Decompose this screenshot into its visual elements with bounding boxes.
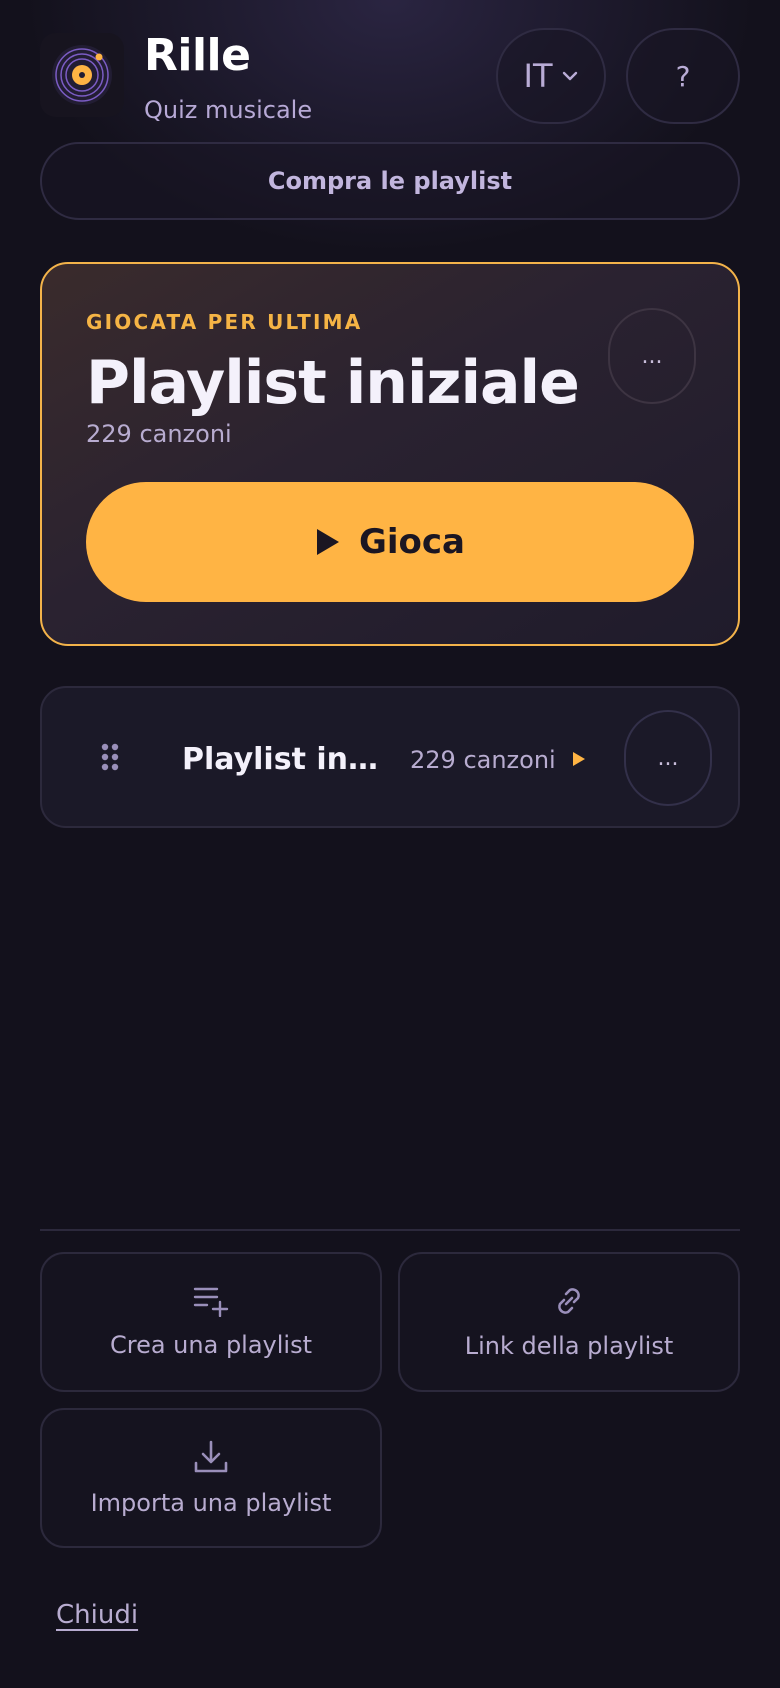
vinyl-record-icon	[52, 45, 112, 105]
playlist-link-label: Link della playlist	[464, 1332, 674, 1360]
buy-playlists-button[interactable]: Compra le playlist	[40, 142, 740, 220]
app-subtitle: Quiz musicale	[144, 96, 313, 124]
app-logo	[40, 33, 124, 117]
playlist-link-button[interactable]: Link della playlist	[398, 1252, 740, 1392]
playlist-add-icon	[193, 1287, 229, 1317]
section-divider	[40, 1229, 740, 1231]
drag-handle-icon[interactable]	[100, 742, 120, 772]
language-selector[interactable]: IT	[496, 28, 606, 124]
import-playlist-button[interactable]: Importa una playlist	[40, 1408, 382, 1548]
download-icon	[194, 1440, 228, 1473]
create-playlist-label: Crea una playlist	[109, 1331, 313, 1359]
import-playlist-label: Importa una playlist	[90, 1489, 332, 1517]
playlist-row-more-button[interactable]: ...	[624, 710, 712, 806]
last-played-song-count: 229 canzoni	[86, 420, 232, 448]
create-playlist-button[interactable]: Crea una playlist	[40, 1252, 382, 1392]
play-button-label: Gioca	[358, 522, 466, 562]
last-played-eyebrow: GIOCATA PER ULTIMA	[86, 310, 363, 334]
help-button[interactable]: ?	[626, 28, 740, 124]
play-icon	[316, 529, 339, 555]
play-button[interactable]: Gioca	[86, 482, 694, 602]
app-title: Rille	[144, 30, 251, 81]
last-played-more-button[interactable]: ...	[608, 308, 696, 404]
last-played-title: Playlist iniziale	[86, 348, 580, 418]
link-icon	[558, 1288, 580, 1314]
chevron-down-icon	[563, 71, 578, 81]
playlist-row-title: Playlist iniziale	[182, 742, 382, 777]
close-link[interactable]: Chiudi	[56, 1600, 138, 1630]
language-label: IT	[523, 57, 553, 95]
playlist-row-song-count: 229 canzoni	[410, 746, 556, 774]
playlist-row[interactable]: Playlist iniziale 229 canzoni ...	[40, 686, 740, 828]
last-played-card: GIOCATA PER ULTIMA Playlist iniziale 229…	[40, 262, 740, 646]
play-icon[interactable]	[570, 750, 588, 768]
